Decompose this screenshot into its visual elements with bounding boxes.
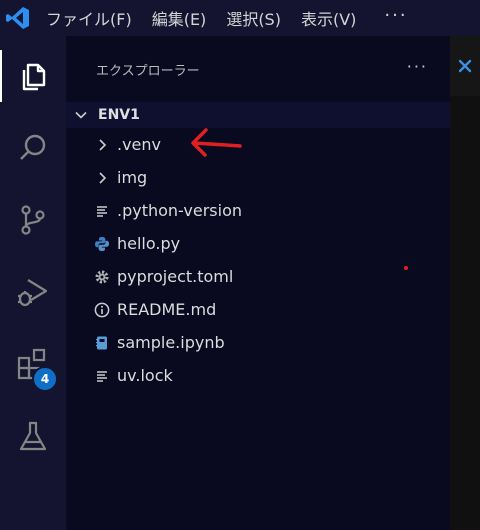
tree-item-readme-md[interactable]: README.md [66,293,450,326]
tree-item-python-version[interactable]: .python-version [66,194,450,227]
editor-area [450,36,480,530]
testing-activity-button[interactable] [0,404,66,468]
vscode-logo-icon[interactable] [0,0,36,36]
run-debug-icon [18,279,48,307]
tree-item-label: sample.ipynb [117,333,225,352]
search-activity-button[interactable] [0,116,66,180]
workspace-folder-name: ENV1 [98,107,140,123]
menu-more-button[interactable]: ··· [366,0,421,33]
extensions-activity-button[interactable]: 4 [0,332,66,396]
testing-flask-icon [19,421,47,451]
explorer-more-button[interactable]: ··· [407,57,428,76]
explorer-sidebar: エクスプローラー ··· ENV1 .venv img .python-vers… [66,36,450,530]
tree-item-sample-ipynb[interactable]: sample.ipynb [66,326,450,359]
lines-icon [97,370,107,382]
menu-edit[interactable]: 編集(E) [142,0,217,36]
files-icon [22,63,46,91]
tree-item-label: .venv [117,135,162,154]
editor-tab-strip [450,36,480,96]
tree-item-pyproject-toml[interactable]: pyproject.toml [66,260,450,293]
gear-icon [95,270,109,283]
menu-selection[interactable]: 選択(S) [216,0,291,36]
chevron-right-icon [99,138,107,151]
explorer-header: エクスプローラー ··· [66,36,450,102]
menu-file[interactable]: ファイル(F) [36,0,142,36]
tree-item-label: README.md [117,300,217,319]
chevron-right-icon [99,171,107,184]
explorer-title: エクスプローラー [96,63,200,79]
tree-item-venv[interactable]: .venv [66,128,450,161]
tree-item-uv-lock[interactable]: uv.lock [66,359,450,392]
python-icon [95,236,109,251]
red-dot-mark [404,266,408,270]
source-control-icon [21,205,45,235]
tree-item-label: uv.lock [117,366,173,385]
tree-item-img[interactable]: img [66,161,450,194]
activity-bar: 4 [0,36,66,530]
run-debug-activity-button[interactable] [0,260,66,324]
extensions-badge: 4 [32,366,58,392]
close-icon[interactable] [457,58,473,74]
info-icon [94,302,110,317]
tree-item-label: .python-version [117,201,242,220]
source-control-activity-button[interactable] [0,188,66,252]
lines-icon [97,205,107,217]
search-icon [20,134,46,160]
red-arrow-annotation [191,128,242,157]
tree-item-label: pyproject.toml [117,267,234,286]
tree-item-label: hello.py [117,234,181,253]
notebook-icon [96,336,107,349]
workspace-folder-header[interactable]: ENV1 [66,102,450,128]
menu-view[interactable]: 表示(V) [291,0,366,36]
explorer-activity-button[interactable] [0,44,66,108]
tree-item-hello-py[interactable]: hello.py [66,227,450,260]
tree-item-label: img [117,168,148,187]
chevron-down-icon [75,111,87,119]
title-bar: ファイル(F) 編集(E) 選択(S) 表示(V) ··· [0,0,480,36]
